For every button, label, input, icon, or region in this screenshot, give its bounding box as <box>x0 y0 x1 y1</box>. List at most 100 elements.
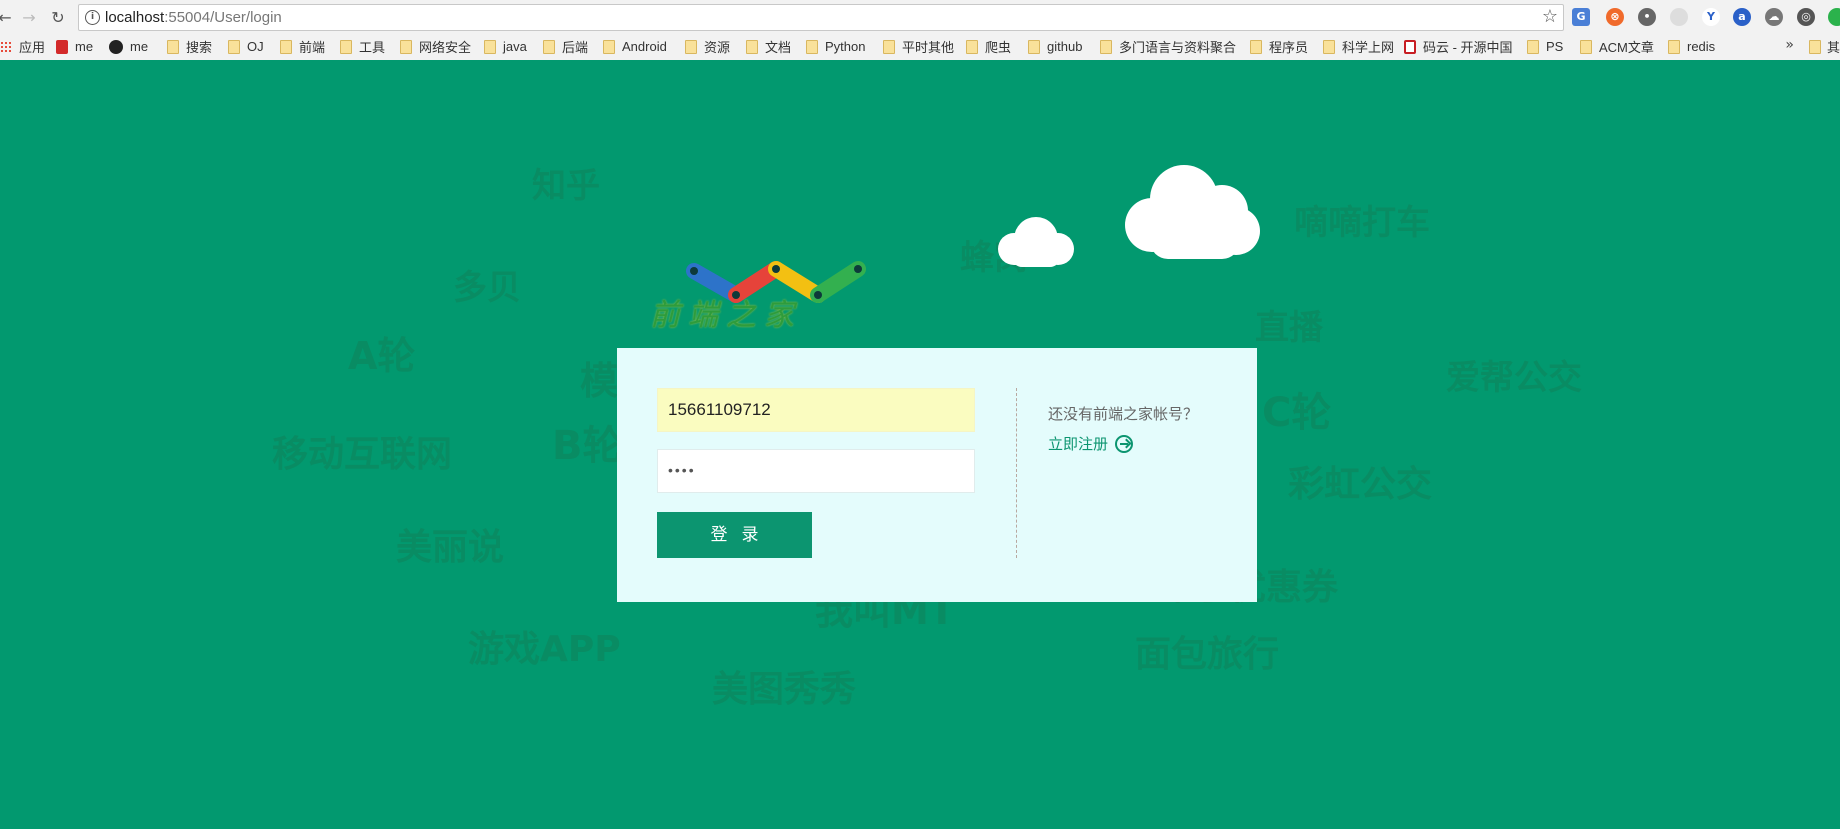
bookmark-tools[interactable]: 工具 <box>340 37 385 56</box>
bookmark-ps[interactable]: PS <box>1527 37 1563 56</box>
bookmark-me-github[interactable]: me <box>109 37 148 56</box>
folder-icon <box>167 39 179 54</box>
url-text[interactable]: localhost:55004/User/login <box>105 9 282 26</box>
bg-word: B轮 <box>552 423 623 469</box>
login-page: 知乎 嘀嘀打车 多贝 蜂窝 A轮 直播 爱帮公交 移动互联网 B轮 C轮 彩虹公… <box>0 60 1840 829</box>
red-square-icon <box>56 39 68 54</box>
bookmark-search[interactable]: 搜索 <box>167 37 212 56</box>
forward-icon[interactable]: → <box>18 6 40 28</box>
bookmark-android[interactable]: Android <box>603 37 667 56</box>
bookmark-apps[interactable]: 应用 <box>0 37 45 56</box>
bookmark-java[interactable]: java <box>484 37 527 56</box>
address-bar[interactable]: i localhost:55004/User/login ☆ <box>78 4 1564 31</box>
folder-icon <box>1580 39 1592 54</box>
bg-word: 移动互联网 <box>272 434 453 475</box>
folder-icon <box>280 39 292 54</box>
bookmark-acm[interactable]: ACM文章 <box>1580 37 1654 56</box>
folder-icon <box>603 39 615 54</box>
folder-icon <box>966 39 978 54</box>
gitee-icon <box>1404 39 1416 54</box>
folder-icon <box>484 39 496 54</box>
bookmark-resources[interactable]: 资源 <box>685 37 730 56</box>
username-input[interactable]: 15661109712 <box>657 388 975 432</box>
orange-extension-icon[interactable]: ⊗ <box>1606 8 1624 26</box>
folder-icon <box>1250 39 1262 54</box>
folder-icon <box>1323 39 1335 54</box>
bg-word: C轮 <box>1262 390 1332 436</box>
cloud-extension-icon[interactable]: ☁ <box>1765 8 1783 26</box>
bg-word: 直播 <box>1255 308 1323 348</box>
github-icon <box>109 39 123 54</box>
bg-word: A轮 <box>348 334 416 378</box>
card-wavy-edge <box>617 596 1257 602</box>
other-bookmarks[interactable]: 其 <box>1808 37 1840 56</box>
reload-icon[interactable]: ↻ <box>47 6 69 28</box>
logo-text: 前端之家 <box>650 298 802 333</box>
bookmark-redis[interactable]: redis <box>1668 37 1715 56</box>
bookmark-vpn[interactable]: 科学上网 <box>1323 37 1394 56</box>
bg-word: 游戏APP <box>468 629 621 670</box>
username-value: 15661109712 <box>668 400 771 419</box>
password-input[interactable]: •••• <box>657 449 975 493</box>
bg-word: 知乎 <box>532 166 600 206</box>
bookmark-python[interactable]: Python <box>806 37 865 56</box>
bg-word: 面包旅行 <box>1135 634 1280 675</box>
vertical-divider <box>1016 388 1017 558</box>
arrow-right-circle-icon <box>1115 434 1134 453</box>
bg-word: 彩虹公交 <box>1288 464 1433 505</box>
bookmark-oj[interactable]: OJ <box>228 37 264 56</box>
folder-icon <box>1668 39 1680 54</box>
folder-icon <box>746 39 758 54</box>
bg-word: 爱帮公交 <box>1446 358 1582 398</box>
password-value: •••• <box>668 462 696 478</box>
bg-word: 模 <box>580 359 619 403</box>
bulb-extension-icon[interactable]: • <box>1638 8 1656 26</box>
bookmark-me-1[interactable]: me <box>56 37 93 56</box>
folder-icon <box>1808 39 1821 54</box>
y-extension-icon[interactable]: Y <box>1702 8 1720 26</box>
login-card: 15661109712 •••• 登录 还没有前端之家帐号？ 立即注册 <box>617 348 1257 602</box>
register-label: 立即注册 <box>1048 435 1109 453</box>
bookmark-languages[interactable]: 多门语言与资料聚合 <box>1100 37 1236 56</box>
bookmark-gitee[interactable]: 码云 - 开源中国 <box>1404 37 1513 56</box>
folder-icon <box>1028 39 1040 54</box>
bookmark-docs[interactable]: 文档 <box>746 37 791 56</box>
bookmark-backend[interactable]: 后端 <box>543 37 588 56</box>
back-icon[interactable]: ← <box>0 6 16 28</box>
bg-word: 美图秀秀 <box>712 669 857 710</box>
bookmark-frontend[interactable]: 前端 <box>280 37 325 56</box>
shield-extension-icon[interactable] <box>1828 8 1840 26</box>
large-cloud-icon <box>1125 165 1260 259</box>
bg-word: 美丽说 <box>396 527 505 568</box>
folder-icon <box>685 39 697 54</box>
register-link[interactable]: 立即注册 <box>1048 433 1134 454</box>
bookmark-github[interactable]: github <box>1028 37 1082 56</box>
login-button[interactable]: 登录 <box>657 512 812 558</box>
folder-icon <box>543 39 555 54</box>
folder-icon <box>340 39 352 54</box>
folder-icon <box>400 39 412 54</box>
small-cloud-icon <box>998 217 1074 267</box>
folder-icon <box>1100 39 1112 54</box>
bookmark-crawler[interactable]: 爬虫 <box>966 37 1011 56</box>
bookmark-misc[interactable]: 平时其他 <box>883 37 954 56</box>
folder-icon <box>883 39 895 54</box>
bookmarks-bar: 应用 me me 搜索 OJ 前端 工具 网络安全 java 后端 Androi… <box>0 35 1840 58</box>
folder-icon <box>228 39 240 54</box>
bookmark-star-icon[interactable]: ☆ <box>1542 6 1558 27</box>
site-info-icon[interactable]: i <box>85 10 100 25</box>
bookmark-security[interactable]: 网络安全 <box>400 37 471 56</box>
grey-extension-icon[interactable] <box>1670 8 1688 26</box>
a-extension-icon[interactable]: a <box>1733 8 1751 26</box>
bg-word: 嘀嘀打车 <box>1294 203 1430 243</box>
bg-word: 多贝 <box>453 268 521 308</box>
globe-extension-icon[interactable]: ◎ <box>1797 8 1815 26</box>
bookmarks-overflow-icon[interactable]: » <box>1785 37 1794 53</box>
no-account-text: 还没有前端之家帐号？ <box>1048 405 1199 423</box>
folder-icon <box>1527 39 1539 54</box>
folder-icon <box>806 39 818 54</box>
browser-chrome: ← → ↻ i localhost:55004/User/login ☆ G ⊗… <box>0 0 1840 60</box>
translate-extension-icon[interactable]: G <box>1572 8 1590 26</box>
browser-toolbar: ← → ↻ i localhost:55004/User/login ☆ G ⊗… <box>0 0 1840 35</box>
bookmark-programmer[interactable]: 程序员 <box>1250 37 1308 56</box>
